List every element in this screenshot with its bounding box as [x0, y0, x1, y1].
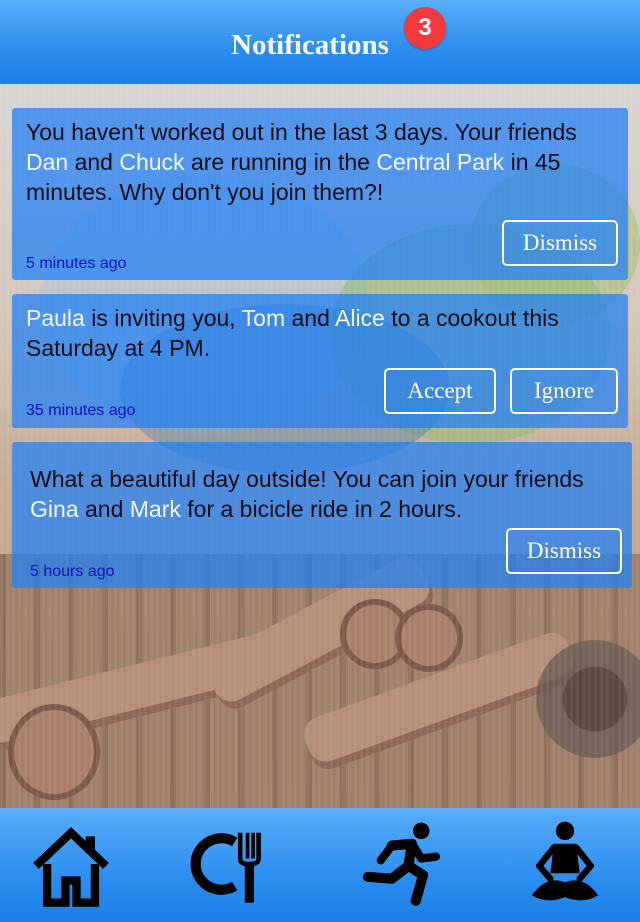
- tab-activity[interactable]: [346, 816, 456, 912]
- accept-button[interactable]: Accept: [384, 368, 496, 414]
- notification-timestamp: 5 minutes ago: [26, 255, 127, 272]
- friend-name: Dan: [26, 149, 69, 175]
- notification-message: What a beautiful day outside! You can jo…: [30, 466, 584, 522]
- notification-card: Paula is inviting you, Tom and Alice to …: [12, 294, 628, 428]
- notification-timestamp: 35 minutes ago: [26, 402, 136, 419]
- navigation-header: Notifications 3: [0, 0, 640, 84]
- tab-bar: [0, 808, 640, 922]
- running-icon: [362, 822, 441, 906]
- notification-card: What a beautiful day outside! You can jo…: [12, 442, 632, 588]
- notification-timestamp: 5 hours ago: [30, 563, 115, 580]
- friend-name: Tom: [241, 305, 286, 331]
- notification-count-badge: 3: [404, 7, 446, 49]
- meditation-icon: [531, 821, 599, 901]
- friend-name: Chuck: [119, 149, 185, 175]
- notification-message: Paula is inviting you, Tom and Alice to …: [26, 305, 559, 361]
- friend-name: Mark: [129, 496, 181, 522]
- restaurant-icon: [190, 832, 261, 903]
- tab-wellness[interactable]: [510, 816, 620, 912]
- friend-name: Paula: [26, 305, 85, 331]
- ignore-button[interactable]: Ignore: [510, 368, 618, 414]
- notification-card: You haven't worked out in the last 3 day…: [12, 108, 628, 280]
- tab-home[interactable]: [16, 816, 126, 912]
- page-title: Notifications: [231, 29, 389, 61]
- dismiss-button[interactable]: Dismiss: [506, 528, 622, 574]
- friend-name: Alice: [335, 305, 385, 331]
- notification-message: You haven't worked out in the last 3 day…: [26, 119, 577, 205]
- tab-food[interactable]: [176, 816, 286, 912]
- dismiss-button[interactable]: Dismiss: [502, 220, 618, 266]
- friend-name: Gina: [30, 496, 79, 522]
- location-name: Central Park: [376, 149, 505, 175]
- home-icon: [33, 827, 109, 907]
